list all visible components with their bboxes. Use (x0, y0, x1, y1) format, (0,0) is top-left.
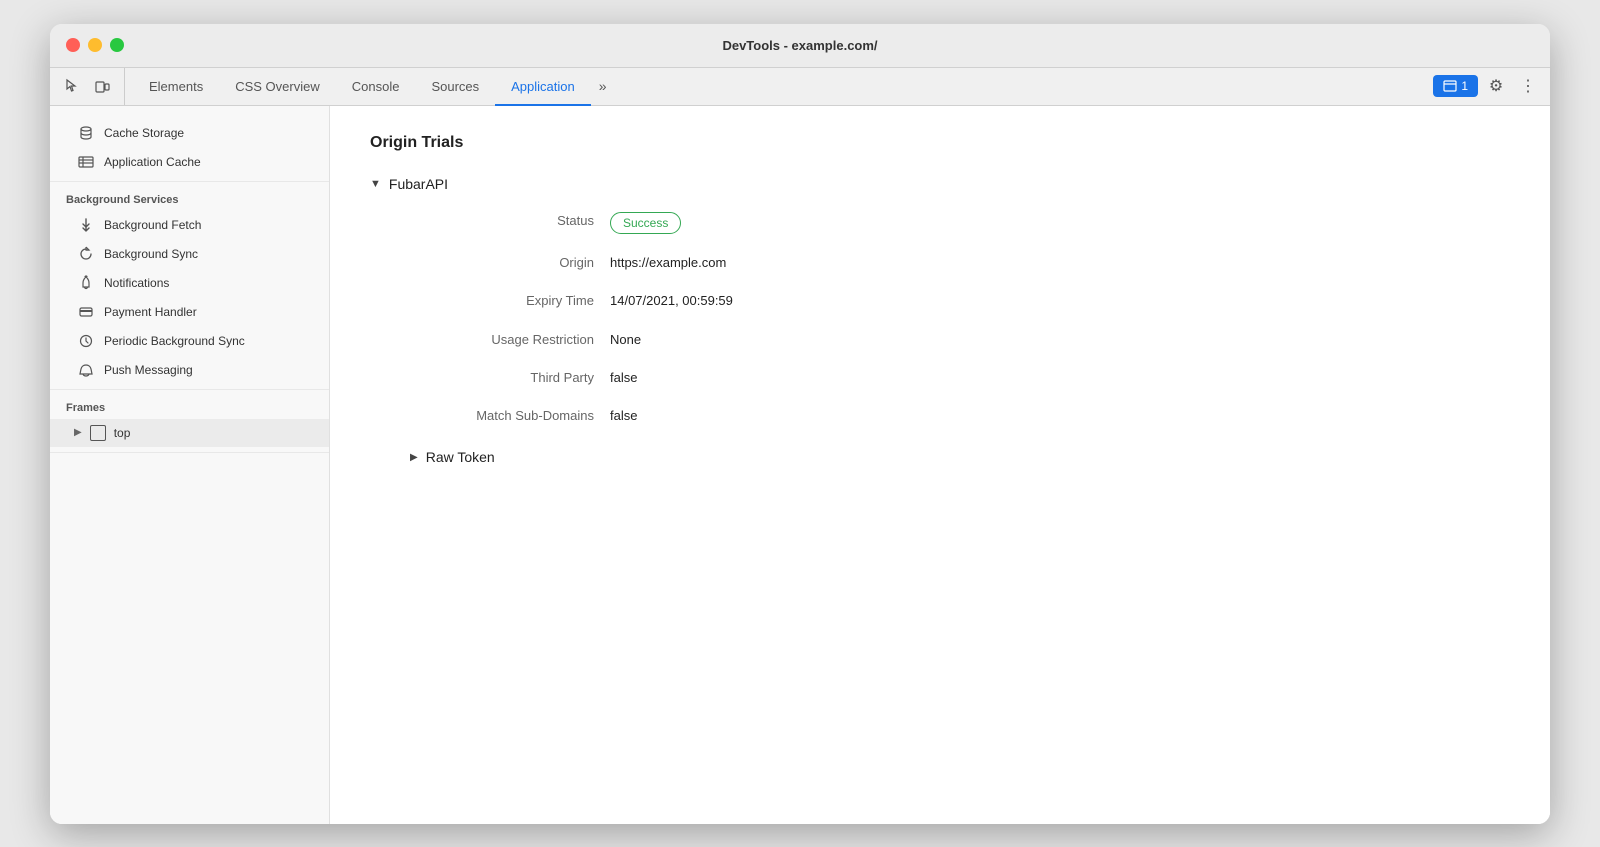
periodic-background-sync-icon (78, 333, 94, 349)
settings-button[interactable]: ⚙ (1482, 72, 1510, 100)
tab-more-button[interactable]: » (591, 68, 615, 105)
application-cache-icon (78, 154, 94, 170)
window-buttons (66, 38, 124, 52)
usage-restriction-label: Usage Restriction (410, 331, 610, 349)
expiry-time-value: 14/07/2021, 00:59:59 (610, 292, 1510, 310)
sidebar-item-cache-storage[interactable]: Cache Storage (54, 119, 325, 147)
tab-css-overview[interactable]: CSS Overview (219, 69, 336, 106)
tab-console[interactable]: Console (336, 69, 416, 106)
third-party-label: Third Party (410, 369, 610, 387)
api-name: FubarAPI (389, 176, 448, 192)
sidebar-item-background-fetch[interactable]: Background Fetch (54, 211, 325, 239)
tab-actions: 1 ⚙ ⋮ (1433, 68, 1542, 105)
notifications-icon (78, 275, 94, 291)
third-party-value: false (610, 369, 1510, 387)
raw-token-header[interactable]: ▶ Raw Token (410, 449, 1510, 465)
background-fetch-label: Background Fetch (104, 218, 201, 232)
window-title: DevTools - example.com/ (722, 38, 877, 53)
raw-token-triangle: ▶ (410, 452, 418, 463)
push-messaging-icon (78, 362, 94, 378)
content-panel: Origin Trials ▼ FubarAPI Status Success (330, 106, 1550, 824)
match-sub-domains-value: false (610, 407, 1510, 425)
match-sub-domains-label: Match Sub-Domains (410, 407, 610, 425)
background-fetch-icon (78, 217, 94, 233)
cache-storage-label: Cache Storage (104, 126, 184, 140)
tab-bar: Elements CSS Overview Console Sources Ap… (50, 68, 1550, 106)
more-options-button[interactable]: ⋮ (1514, 72, 1542, 100)
frame-label: top (114, 426, 131, 440)
background-services-title: Background Services (50, 186, 329, 210)
api-section: ▼ FubarAPI Status Success Origin htt (370, 176, 1510, 466)
title-bar: DevTools - example.com/ (50, 24, 1550, 68)
status-value: Success (610, 212, 1510, 235)
frame-icon (90, 425, 106, 441)
background-services-section: Background Services Background Fetch (50, 182, 329, 390)
status-badge: Success (610, 212, 681, 235)
minimize-button[interactable] (88, 38, 102, 52)
sidebar: Cache Storage Application Cache (50, 106, 330, 824)
sidebar-item-payment-handler[interactable]: Payment Handler (54, 298, 325, 326)
raw-token-label: Raw Token (426, 449, 495, 465)
api-triangle: ▼ (370, 178, 381, 190)
frame-arrow: ▶ (74, 427, 82, 438)
usage-restriction-value: None (610, 331, 1510, 349)
tab-application[interactable]: Application (495, 69, 591, 106)
origin-value: https://example.com (610, 254, 1510, 272)
periodic-background-sync-label: Periodic Background Sync (104, 334, 245, 348)
expiry-time-label: Expiry Time (410, 292, 610, 310)
frames-title: Frames (50, 394, 329, 418)
api-header[interactable]: ▼ FubarAPI (370, 176, 1510, 192)
origin-label: Origin (410, 254, 610, 272)
inspect-tool-button[interactable] (58, 72, 86, 100)
storage-section: Cache Storage Application Cache (50, 114, 329, 182)
fields-grid: Status Success Origin https://example.co… (410, 212, 1510, 426)
tabs-list: Elements CSS Overview Console Sources Ap… (133, 68, 615, 105)
background-sync-icon (78, 246, 94, 262)
tab-tools (58, 68, 125, 105)
tab-elements[interactable]: Elements (133, 69, 219, 106)
close-button[interactable] (66, 38, 80, 52)
tab-sources[interactable]: Sources (415, 69, 495, 106)
sidebar-item-application-cache[interactable]: Application Cache (54, 148, 325, 176)
notifications-label: Notifications (104, 276, 169, 290)
sidebar-item-notifications[interactable]: Notifications (54, 269, 325, 297)
frames-section: Frames ▶ top (50, 390, 329, 453)
main-content: Cache Storage Application Cache (50, 106, 1550, 824)
status-label: Status (410, 212, 610, 235)
background-sync-label: Background Sync (104, 247, 198, 261)
payment-handler-icon (78, 304, 94, 320)
cache-storage-icon (78, 125, 94, 141)
sidebar-item-background-sync[interactable]: Background Sync (54, 240, 325, 268)
origin-trials-title: Origin Trials (370, 134, 1510, 152)
sidebar-item-push-messaging[interactable]: Push Messaging (54, 356, 325, 384)
devtools-window: DevTools - example.com/ Elements CSS Ove… (50, 24, 1550, 824)
application-cache-label: Application Cache (104, 155, 201, 169)
push-messaging-label: Push Messaging (104, 363, 193, 377)
payment-handler-label: Payment Handler (104, 305, 197, 319)
sidebar-item-top-frame[interactable]: ▶ top (50, 419, 329, 447)
sidebar-item-periodic-background-sync[interactable]: Periodic Background Sync (54, 327, 325, 355)
device-toggle-button[interactable] (88, 72, 116, 100)
maximize-button[interactable] (110, 38, 124, 52)
notification-badge-button[interactable]: 1 (1433, 75, 1478, 97)
